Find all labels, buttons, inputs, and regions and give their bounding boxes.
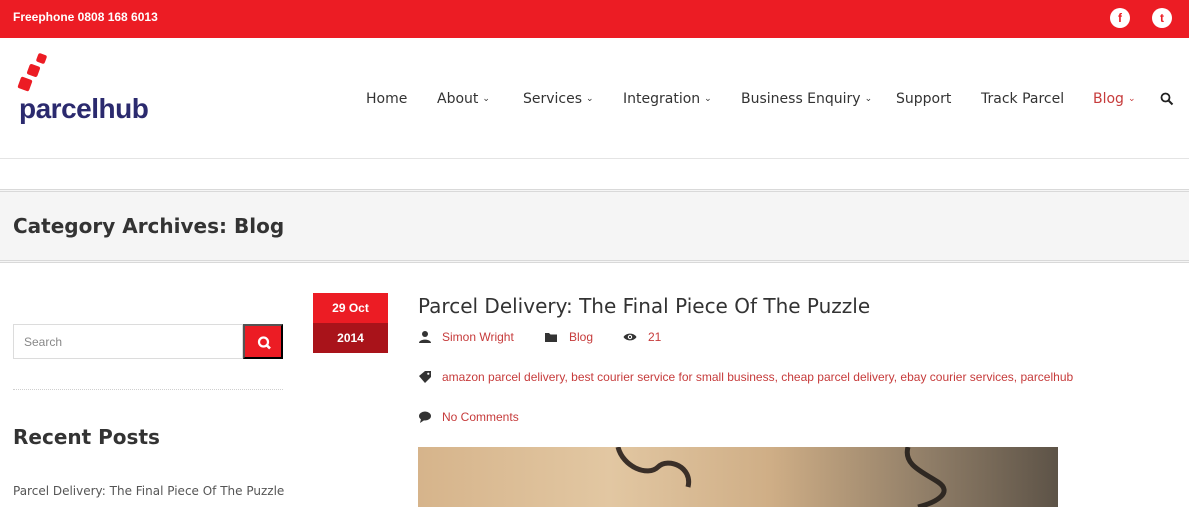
chevron-down-icon: ⌄ [586,94,594,104]
search-icon [257,336,271,350]
nav-blog[interactable]: Blog ⌄ [1093,91,1136,109]
recent-posts-heading: Recent Posts [13,425,160,449]
chevron-down-icon: ⌄ [482,94,490,104]
post-comments-link[interactable]: No Comments [442,410,519,424]
nav-business-enquiry[interactable]: Business Enquiry ⌄ [741,91,872,109]
folder-icon [545,333,557,342]
logo-cube-icon [35,52,48,65]
nav-track-parcel[interactable]: Track Parcel [981,91,1064,109]
top-bar [0,0,1189,38]
post-date-year: 2014 [313,323,388,353]
nav-services[interactable]: Services ⌄ [523,91,594,109]
post-author-link[interactable]: Simon Wright [442,330,514,344]
sidebar-search-input[interactable] [13,324,243,359]
chevron-down-icon: ⌄ [1127,94,1136,104]
post-featured-image[interactable] [418,447,1058,507]
search-button[interactable] [243,324,283,359]
nav-integration[interactable]: Integration ⌄ [623,91,712,109]
post-title[interactable]: Parcel Delivery: The Final Piece Of The … [418,294,870,318]
nav-support[interactable]: Support [896,91,951,109]
puzzle-image [615,447,947,507]
twitter-icon[interactable]: t [1152,8,1172,28]
post-view-count: 21 [648,330,662,344]
chevron-down-icon: ⌄ [864,94,873,104]
tag-icon [419,371,431,383]
post-date-day: 29 Oct [313,293,388,323]
recent-post-link[interactable]: Parcel Delivery: The Final Piece Of The … [13,484,284,498]
page-title: Category Archives: Blog [13,214,285,238]
nav-home[interactable]: Home [366,91,407,109]
facebook-icon[interactable]: f [1110,8,1130,28]
sidebar-divider [13,389,283,390]
chevron-down-icon: ⌄ [704,94,712,104]
post-category-link[interactable]: Blog [569,330,593,344]
parcelhub-logo[interactable]: parcelhub [17,52,177,124]
comment-icon [419,411,431,423]
user-icon [419,331,431,343]
nav-about[interactable]: About ⌄ [437,91,490,109]
search-icon[interactable] [1160,92,1174,106]
logo-text: parcelhub [19,93,149,124]
eye-icon [623,333,637,341]
post-tags[interactable]: amazon parcel delivery, best courier ser… [442,370,1073,384]
logo-cube-icon [26,63,41,78]
logo-cube-icon [17,76,33,92]
freephone-number: Freephone 0808 168 6013 [13,10,158,24]
